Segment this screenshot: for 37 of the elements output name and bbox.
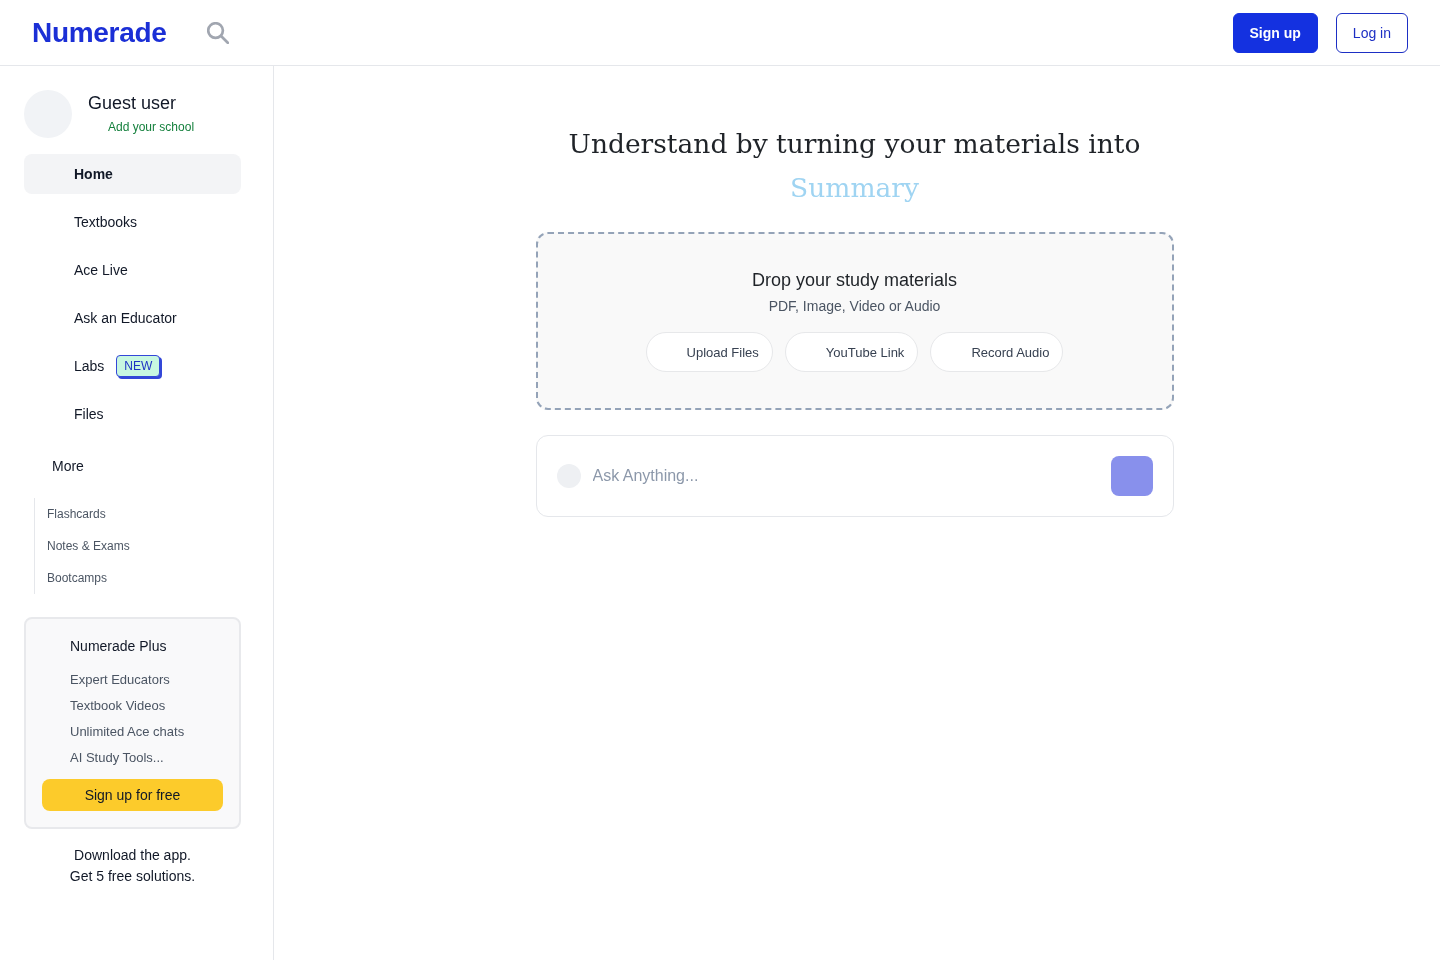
- plus-feature: Unlimited Ace chats: [69, 723, 186, 741]
- send-button[interactable]: [1110, 456, 1153, 496]
- source-button[interactable]: YouTube Link: [784, 332, 919, 372]
- search-icon[interactable]: [206, 21, 229, 44]
- log-in-button[interactable]: Log in: [1335, 12, 1408, 53]
- sign-up-free-button[interactable]: Sign up for free: [42, 779, 223, 811]
- more-item[interactable]: Flashcards: [35, 498, 241, 530]
- new-badge: NEW: [116, 355, 161, 377]
- app-promo-text: Download the app.: [74, 846, 191, 865]
- more-item[interactable]: Notes & Exams: [35, 530, 241, 562]
- plus-title: Numerade Plus: [69, 637, 168, 656]
- nav-item[interactable]: Home: [24, 154, 241, 194]
- nav-item[interactable]: Ask an Educator: [24, 298, 241, 338]
- nav-item[interactable]: Files: [24, 394, 241, 434]
- heading-highlight: Summary: [790, 171, 919, 205]
- plus-feature: Expert Educators: [69, 671, 171, 689]
- nav-item[interactable]: Ace Live: [24, 250, 241, 290]
- ask-field[interactable]: Ask Anything...: [535, 435, 1174, 517]
- drop-subtitle: PDF, Image, Video or Audio: [768, 297, 941, 316]
- logo[interactable]: Numerade: [32, 16, 167, 49]
- source-button[interactable]: Record Audio: [930, 332, 1064, 372]
- more-link[interactable]: More: [24, 446, 241, 486]
- source-button[interactable]: Upload Files: [645, 332, 773, 372]
- nav-item[interactable]: Textbooks: [24, 202, 241, 242]
- sign-up-button[interactable]: Sign up: [1232, 12, 1318, 53]
- nav-label[interactable]: Labs: [74, 358, 105, 374]
- more-item[interactable]: Bootcamps: [35, 562, 241, 594]
- plus-feature: AI Study Tools...: [69, 749, 165, 767]
- user-name: Guest user: [88, 92, 178, 115]
- page-heading: Understand by turning your materials into: [568, 127, 1141, 161]
- drop-title: Drop your study materials: [751, 269, 958, 292]
- nav-item[interactable]: Labs NEW: [24, 346, 241, 386]
- plus-feature: Textbook Videos: [69, 697, 167, 715]
- add-school-link[interactable]: Add your school: [108, 119, 195, 135]
- app-promo-text: Get 5 free solutions.: [69, 867, 196, 886]
- drop-zone[interactable]: Drop your study materials PDF, Image, Video or Audio Upload Files YouTube Link Record Audio: [535, 232, 1174, 410]
- ask-input[interactable]: Ask Anything...: [592, 463, 1099, 489]
